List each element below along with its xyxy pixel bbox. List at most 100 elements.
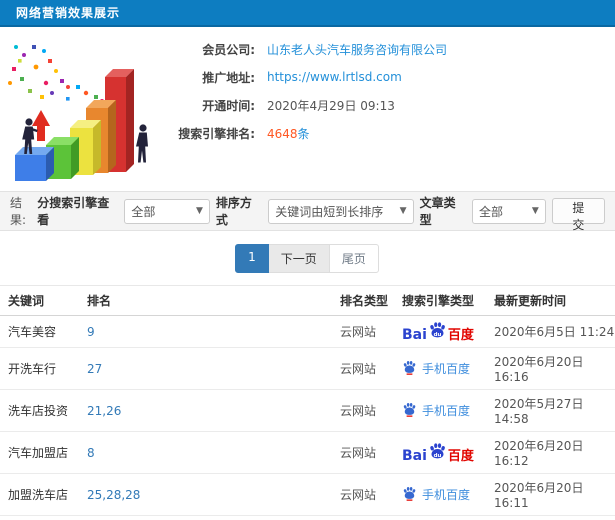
baidu-text-cn: 百度 (447, 449, 474, 464)
page-1-button[interactable]: 1 (235, 244, 269, 273)
sort-filter-select[interactable]: 关键词由短到长排序 ▼ (268, 198, 414, 224)
keyword-cell: 汽车美容 (0, 315, 87, 348)
svg-text:du: du (434, 453, 442, 459)
rank-link[interactable]: 27 (87, 362, 102, 376)
info-row-open-time: 开通时间: 2020年4月29日 09:13 (163, 91, 615, 119)
table-row: 开洗车行 27 云网站 手机百度 2020年6月20日 16:16 (0, 347, 615, 390)
growth-arrow-icon (32, 110, 50, 141)
page-title: 网络营销效果展示 (16, 6, 121, 20)
baidu-mobile-label: 手机百度 (422, 488, 471, 502)
company-name-link[interactable]: 山东老人头汽车服务咨询有限公司 (267, 41, 447, 58)
svg-text:du: du (434, 332, 442, 338)
engine-rank-value: 4648条 (267, 125, 310, 142)
chevron-down-icon: ▼ (195, 206, 203, 216)
member-info-panel: 会员公司: 山东老人头汽车服务咨询有限公司 推广地址: https://www.… (163, 27, 615, 191)
rank-link[interactable]: 9 (87, 325, 95, 339)
baidu-mobile-label: 手机百度 (422, 362, 471, 376)
sort-filter-value: 关键词由短到长排序 (275, 204, 384, 219)
table-row: 洗车赚钱吗30云网站 手机百度2020年6月20日 16:12 (0, 515, 615, 520)
col-header-rank: 排名 (87, 285, 340, 316)
chevron-down-icon: ▼ (531, 206, 539, 216)
open-time-value: 2020年4月29日 09:13 (267, 98, 395, 113)
table-row: 加盟洗车店 25,28,28 云网站 手机百度 2020年6月20日 16:11 (0, 473, 615, 516)
rank-cell: 27 (87, 347, 340, 390)
engine-filter-label: 分搜索引擎查看 (37, 196, 110, 227)
baidu-mobile-logo: 手机百度 (402, 402, 470, 420)
rank-type-cell: 云网站 (340, 347, 402, 390)
rank-link[interactable]: 21,26 (87, 404, 121, 418)
baidu-pc-logo: Bai du 百度 (402, 321, 474, 342)
updated-time-cell: 2020年6月20日 16:12 (494, 515, 615, 520)
keyword-cell: 汽车加盟店 (0, 431, 87, 474)
last-page-button[interactable]: 尾页 (328, 244, 379, 273)
open-time-label: 开通时间: (202, 98, 255, 113)
table-row: 汽车美容 9 云网站 Bai du 百度 2020年6月5日 11:24 (0, 315, 615, 348)
growth-chart-illustration (0, 27, 163, 191)
rank-type-cell: 云网站 (340, 431, 402, 474)
rank-cell: 25,28,28 (87, 473, 340, 516)
baidu-paw-icon (403, 402, 416, 417)
keyword-cell: 加盟洗车店 (0, 473, 87, 516)
3d-bar-chart-image (8, 45, 148, 181)
info-row-rank-count: 搜索引擎排名: 4648条 (163, 119, 615, 147)
engine-filter-value: 全部 (131, 204, 156, 219)
rank-link[interactable]: 25,28,28 (87, 488, 140, 502)
engine-type-cell: 手机百度 (402, 515, 494, 520)
baidu-paw-icon: du (430, 322, 445, 338)
promo-url-link[interactable]: https://www.lrtlsd.com (267, 70, 402, 84)
baidu-paw-icon (403, 360, 416, 375)
baidu-text-bai: Bai (402, 327, 427, 343)
article-type-select[interactable]: 全部 ▼ (471, 198, 546, 224)
updated-time-cell: 2020年5月27日 14:58 (494, 389, 615, 432)
rank-cell: 8 (87, 431, 340, 474)
baidu-mobile-logo: 手机百度 (402, 360, 470, 378)
pagination: 1 下一页 尾页 (0, 244, 615, 273)
keyword-cell: 洗车赚钱吗 (0, 515, 87, 520)
updated-time-cell: 2020年6月20日 16:12 (494, 431, 615, 474)
rank-type-cell: 云网站 (340, 389, 402, 432)
result-label: 结果: (10, 196, 27, 227)
header-bar: 网络营销效果展示 (0, 0, 615, 27)
baidu-text-bai: Bai (402, 448, 427, 464)
updated-time-cell: 2020年6月20日 16:11 (494, 473, 615, 516)
col-header-engine-type: 搜索引擎类型 (402, 285, 494, 316)
col-header-keyword: 关键词 (0, 285, 87, 316)
results-table-body: 汽车美容 9 云网站 Bai du 百度 2020年6月5日 11:24 开洗车行 27 云网… (0, 315, 615, 520)
bar-blue (15, 147, 54, 181)
rank-link[interactable]: 8 (87, 446, 95, 460)
engine-type-cell: Bai du 百度 (402, 431, 494, 474)
info-row-company: 会员公司: 山东老人头汽车服务咨询有限公司 (163, 35, 615, 63)
rank-count-number: 4648 (267, 126, 298, 141)
table-row: 洗车店投资 21,26 云网站 手机百度 2020年5月27日 14:58 (0, 389, 615, 432)
next-page-button[interactable]: 下一页 (267, 244, 330, 273)
rank-cell: 9 (87, 315, 340, 348)
filter-controls: 分搜索引擎查看 全部 ▼ 排序方式 关键词由短到长排序 ▼ 文章类型 全部 ▼ … (37, 194, 606, 232)
confetti-dots (8, 45, 104, 103)
baidu-mobile-logo: 手机百度 (402, 486, 470, 504)
keyword-cell: 开洗车行 (0, 347, 87, 390)
filter-bar: 结果: 分搜索引擎查看 全部 ▼ 排序方式 关键词由短到长排序 ▼ 文章类型 全… (0, 191, 615, 232)
engine-type-cell: 手机百度 (402, 389, 494, 432)
top-section: 会员公司: 山东老人头汽车服务咨询有限公司 推广地址: https://www.… (0, 27, 615, 191)
rank-cell: 21,26 (87, 389, 340, 432)
results-table: 关键词 排名 排名类型 搜索引擎类型 最新更新时间 汽车美容 9 云网站 Bai du… (0, 285, 615, 520)
article-type-label: 文章类型 (419, 196, 456, 227)
baidu-paw-icon (403, 486, 416, 501)
table-row: 汽车加盟店 8 云网站 Bai du 百度 2020年6月20日 16:12 (0, 431, 615, 474)
article-type-value: 全部 (478, 204, 503, 219)
company-label: 会员公司: (202, 42, 255, 57)
rank-count-unit: 条 (297, 126, 310, 141)
rank-type-cell: 云网站 (340, 515, 402, 520)
engine-filter-select[interactable]: 全部 ▼ (124, 198, 210, 224)
sort-filter-label: 排序方式 (215, 196, 252, 227)
updated-time-cell: 2020年6月5日 11:24 (494, 315, 615, 348)
engine-rank-label: 搜索引擎排名: (178, 126, 255, 141)
rank-cell: 30 (87, 515, 340, 520)
engine-type-cell: Bai du 百度 (402, 315, 494, 348)
baidu-pc-logo: Bai du 百度 (402, 442, 474, 463)
promo-url-label: 推广地址: (202, 70, 255, 85)
updated-time-cell: 2020年6月20日 16:16 (494, 347, 615, 390)
engine-type-cell: 手机百度 (402, 347, 494, 390)
baidu-paw-icon: du (430, 443, 445, 459)
submit-button[interactable]: 提交 (551, 198, 606, 232)
